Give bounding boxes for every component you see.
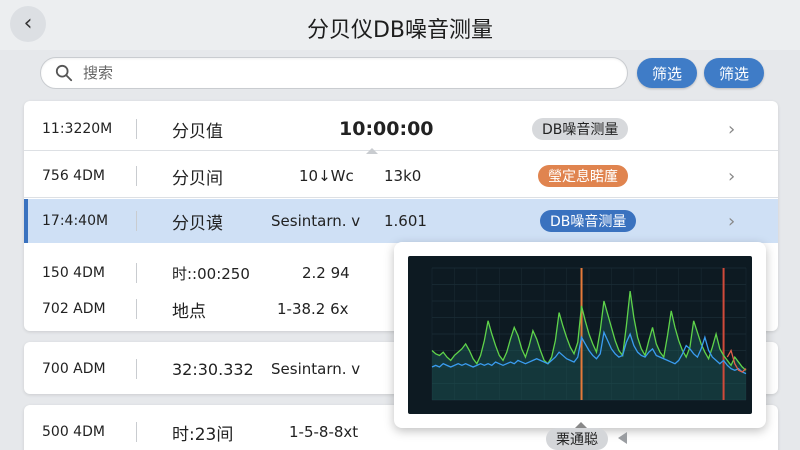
status-badge: 瑩定息睰廑: [538, 165, 628, 187]
divider: [136, 299, 137, 319]
noise-chart-svg: [431, 267, 747, 401]
row-value-2: 13k0: [384, 167, 422, 185]
search-bar[interactable]: [40, 57, 628, 89]
row-value-1: Sesintarn. v: [271, 360, 361, 378]
row-value-2: 1.601: [384, 212, 427, 230]
divider: [136, 119, 137, 139]
divider: [136, 263, 137, 283]
row-time: 11:3220M: [42, 121, 113, 137]
row-value-1: 1-5-8-8xt: [289, 423, 359, 441]
row-time: 756 4DM: [42, 168, 105, 184]
row-label: 地点: [172, 301, 206, 322]
row-value-1: 10↓Wc: [299, 167, 354, 185]
row-label: 32:30.332: [172, 359, 254, 379]
noise-chart: [408, 256, 752, 414]
row-divider: [24, 197, 778, 198]
row-value-1: Sesintarn. v: [271, 212, 361, 230]
search-input[interactable]: [83, 64, 583, 82]
header-bar: ‹ 分贝仪DB噪音测量: [0, 0, 800, 50]
row-label: 时:23间: [172, 424, 234, 445]
row-label: 分贝间: [172, 168, 223, 189]
chevron-right-icon[interactable]: ›: [728, 119, 735, 140]
status-badge: DB噪音测量: [532, 118, 629, 140]
chevron-right-icon[interactable]: ›: [728, 211, 735, 232]
channel-badge[interactable]: 栗通聪: [546, 428, 608, 450]
row-time: 702 ADM: [42, 301, 106, 317]
table-row[interactable]: 756 4DM 分贝间 10↓Wc 13k0 瑩定息睰廑 ›: [24, 154, 778, 198]
row-time: 700 ADM: [42, 361, 106, 377]
row-divider: [24, 150, 778, 151]
divider: [136, 211, 137, 231]
chevron-right-icon[interactable]: ›: [728, 166, 735, 187]
search-icon: [55, 64, 73, 82]
status-badge: DB噪音测量: [540, 210, 637, 232]
row-value-1: 1-38.2 6x: [277, 300, 349, 318]
row-time: 17:4:40M: [42, 213, 109, 229]
filter-button-1[interactable]: 筛选: [637, 58, 697, 88]
row-value: 10:00:00: [339, 118, 434, 140]
row-time: 500 4DM: [42, 424, 105, 440]
caret-left-icon: [618, 432, 627, 444]
table-row[interactable]: 11:3220M 分贝值 10:00:00 DB噪音测量 ›: [24, 107, 778, 151]
table-row-selected[interactable]: 17:4:40M 分贝谟 Sesintarn. v 1.601 DB噪音测量 ›: [24, 199, 778, 243]
divider: [136, 422, 137, 442]
row-label: 分贝值: [172, 121, 223, 142]
row-label: 分贝谟: [172, 213, 223, 234]
filter-button-2[interactable]: 筛选: [704, 58, 764, 88]
chart-popup: [394, 242, 766, 428]
divider: [136, 166, 137, 186]
divider: [136, 359, 137, 379]
page-title: 分贝仪DB噪音测量: [306, 18, 494, 43]
